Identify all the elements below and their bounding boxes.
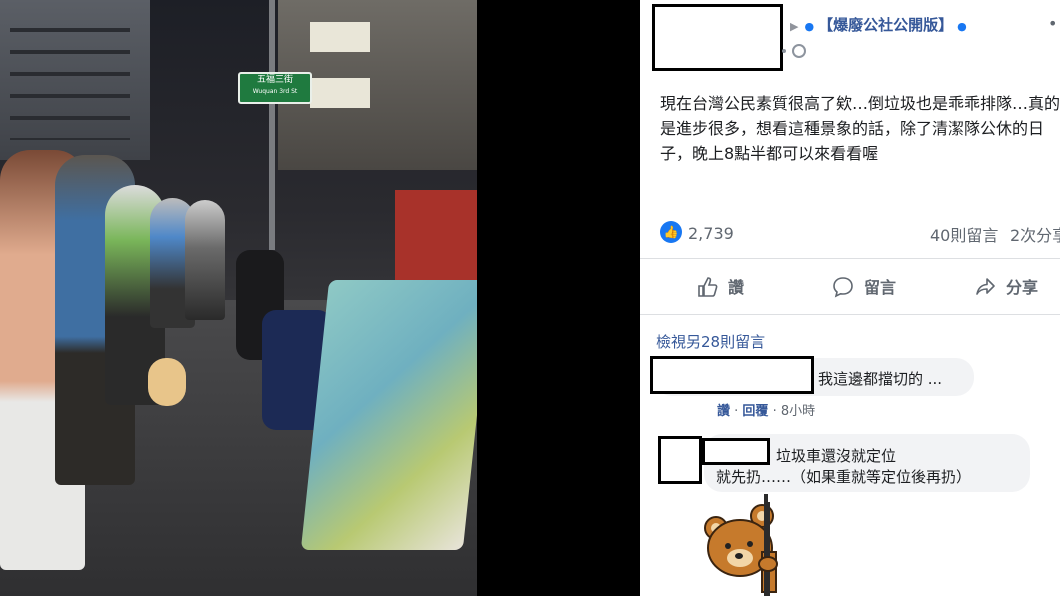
view-more-comments-link[interactable]: 檢視另28則留言 [656,331,765,352]
more-options-icon[interactable]: ••• [1048,14,1060,33]
redacted-commenter [650,356,814,394]
globe-icon [792,44,806,58]
building-left [0,0,150,160]
thumbs-up-icon [696,276,718,302]
comment-reply-link[interactable]: 回覆 [742,404,768,419]
comment-time[interactable]: 8小時 [781,404,815,419]
street-sign-main: 五福三街 [256,75,293,85]
separator-dot [782,49,786,53]
share-icon [974,276,996,302]
comment-button[interactable]: 留言 [832,274,896,302]
group-line: ▶ ● 【爆廢公社公開版】 ● [790,14,967,35]
redacted-commenter [702,438,770,465]
like-label: 讚 [728,278,745,297]
share-label: 分享 [1006,278,1039,297]
post-body: 現在台灣公民素質很高了欸…倒垃圾也是乖乖排隊…真的是進步很多，想看這種景象的話，… [660,94,1060,163]
comment-meta: 讚 · 回覆 · 8小時 [717,404,816,419]
facebook-post: ▶●【爆廢公社公開版】● ••• 現在台灣公民素質很高了欸…倒垃圾也是乖乖排隊…… [640,0,1060,596]
like-reaction-icon[interactable]: 👍 [660,221,682,243]
like-button[interactable]: 讚 [696,274,744,302]
comment-line-2: 就先扔……（如果重就等定位後再扔） [716,468,972,486]
comment-icon [832,276,854,302]
group-name-link[interactable]: 【爆廢公社公開版】 [818,16,953,34]
shares-count[interactable]: 2次分享 [1010,222,1060,246]
dot-icon: ● [804,20,815,33]
sign-pole [269,0,275,250]
comment-like-link[interactable]: 讚 [717,404,730,419]
arrow-right-icon: ▶ [790,20,799,33]
street-sign-sub: Wuquan 3rd St [252,88,298,95]
share-button[interactable]: 分享 [974,274,1038,302]
bear-sticker-icon [704,502,778,596]
comment-line-1: 垃圾車還沒就定位 [776,447,897,465]
comment-text: 我這邊都擋切的 ... [818,370,943,388]
redacted-avatar [658,436,702,484]
dot-icon: ● [957,20,967,33]
street-photo: 五福三街 Wuquan 3rd St [0,0,477,596]
reactions-count[interactable]: 2,739 [688,224,734,243]
redacted-poster-name [652,4,783,71]
garbage-bag [148,358,186,406]
divider [640,258,1060,259]
divider [640,314,1060,315]
person-queue-2 [185,200,225,320]
tarp-cover [300,280,477,550]
street-sign: 五福三街 Wuquan 3rd St [238,72,312,104]
comments-count[interactable]: 40則留言 [930,222,998,246]
comment-label: 留言 [864,278,897,297]
